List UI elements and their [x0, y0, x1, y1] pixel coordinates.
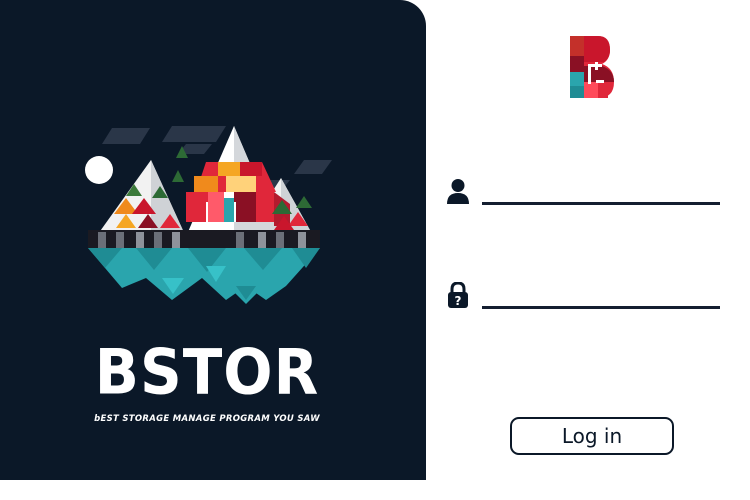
user-icon — [447, 179, 469, 204]
mountain-illustration — [85, 126, 332, 304]
b-logo-icon — [570, 36, 614, 98]
login-button[interactable]: Log in — [510, 417, 674, 455]
password-input[interactable] — [482, 282, 720, 309]
brand-tagline: bEST STORAGE MANAGE PROGRAM YOU SAW — [94, 414, 320, 424]
username-field — [446, 176, 720, 210]
brand-panel: BSTOR bEST STORAGE MANAGE PROGRAM YOU SA… — [0, 0, 426, 480]
padlock-icon: ? — [448, 282, 468, 308]
svg-text:?: ? — [455, 294, 462, 308]
username-input[interactable] — [482, 178, 720, 205]
brand-title: BSTOR — [94, 335, 320, 409]
password-field: ? — [446, 280, 720, 314]
